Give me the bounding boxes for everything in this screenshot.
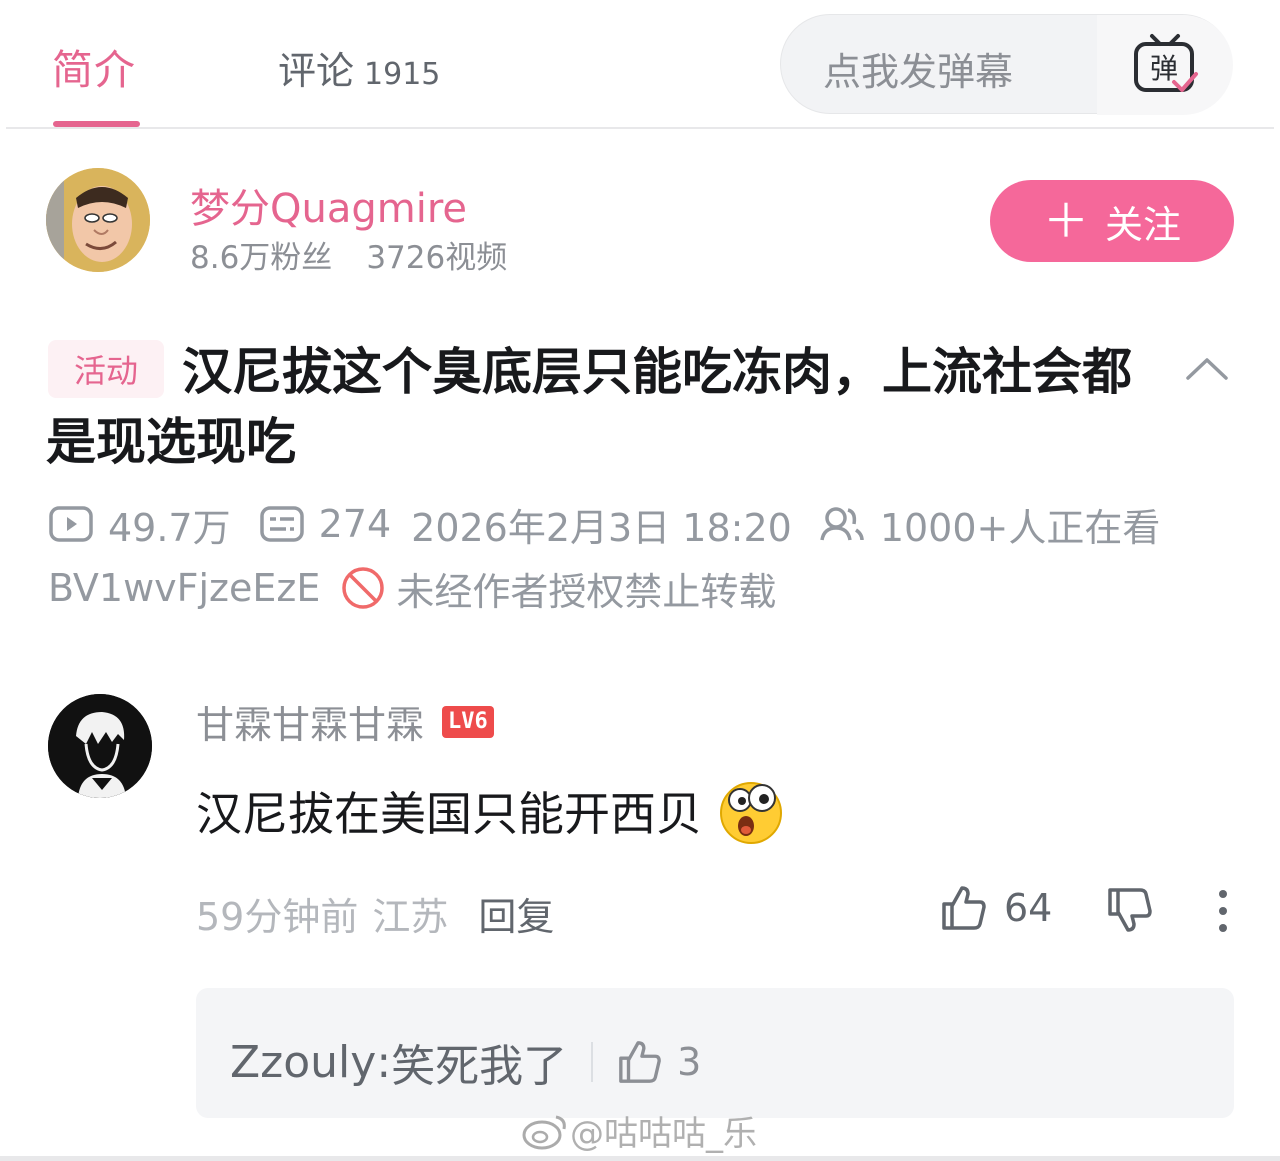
- follow-button[interactable]: ＋ 关注: [990, 180, 1234, 262]
- tab-bar: 简介 评论 1915 点我发弹幕 弹: [0, 0, 1280, 130]
- thumbs-down-icon[interactable]: [1106, 886, 1154, 938]
- play-count-icon: [49, 506, 93, 542]
- comment-time: 59分钟前: [196, 895, 359, 939]
- comment-text: 汉尼拔在美国只能开西贝: [196, 787, 702, 841]
- tab-bar-divider: [6, 127, 1274, 129]
- reply-button[interactable]: 回复: [478, 886, 554, 941]
- comment-footer: 59分钟前 江苏 回复: [196, 886, 554, 941]
- reply-preview[interactable]: Zzouly: 笑死我了 3: [196, 988, 1234, 1118]
- danmaku-stat: 274: [259, 502, 392, 546]
- tab-comments[interactable]: 评论 1915: [278, 40, 440, 95]
- like-count: 64: [1004, 886, 1053, 930]
- uploader-name[interactable]: 梦分Quagmire: [190, 176, 467, 234]
- views-count: 49.7万: [108, 505, 231, 550]
- danmaku-input[interactable]: 点我发弹幕 弹: [780, 14, 1233, 115]
- reply-like-count: 3: [677, 1040, 702, 1084]
- level-badge: LV6: [442, 705, 494, 738]
- thumbs-up-icon: [619, 1041, 661, 1083]
- thumbs-up-icon: [942, 886, 986, 930]
- uploader-stats: 8.6万粉丝 3726视频: [190, 232, 507, 277]
- comment-content: 汉尼拔在美国只能开西贝: [196, 776, 786, 846]
- danmaku-toggle-icon[interactable]: 弹: [1097, 15, 1233, 115]
- shocked-emoji-icon: [720, 782, 782, 844]
- comment-location: 江苏: [372, 895, 449, 939]
- danmaku-placeholder: 点我发弹幕: [823, 50, 1014, 94]
- reply-divider: [591, 1042, 594, 1082]
- watching-count: 1000+人正在看: [879, 505, 1161, 550]
- reply-item: Zzouly: 笑死我了 3: [230, 1030, 701, 1094]
- reply-text: 笑死我了: [391, 1041, 568, 1092]
- commenter-name[interactable]: 甘霖甘霖甘霖: [196, 694, 424, 749]
- watermark-text: @咕咕咕_乐: [570, 1114, 757, 1154]
- watermark: @咕咕咕_乐: [520, 1106, 757, 1155]
- people-watching-icon: [820, 507, 864, 541]
- views-stat: 49.7万: [48, 497, 231, 552]
- bottom-divider: [0, 1156, 1280, 1161]
- chevron-up-icon[interactable]: [1184, 348, 1230, 388]
- like-button[interactable]: 64: [940, 884, 1052, 932]
- uploader-avatar[interactable]: [46, 168, 150, 272]
- commenter-avatar[interactable]: [48, 694, 152, 798]
- no-repost-icon: [342, 567, 385, 609]
- video-title: 汉尼拔这个臭底层只能吃冻肉，上流社会都是现选现吃: [46, 343, 1132, 471]
- reply-colon: :: [376, 1036, 392, 1088]
- tab-comments-count: 1915: [364, 57, 441, 92]
- danmaku-count: 274: [318, 502, 392, 546]
- video-meta: 49.7万 274 2026年2月3日 18:20 1000+人正在看: [48, 498, 1160, 550]
- copyright-notice: 未经作者授权禁止转载: [396, 569, 777, 614]
- danmaku-count-icon: [259, 506, 304, 542]
- bvid[interactable]: BV1wvFjzeEzE: [48, 566, 320, 610]
- more-options-icon[interactable]: [1208, 888, 1238, 938]
- weibo-logo-icon: [522, 1115, 566, 1149]
- follow-label: 关注: [1104, 202, 1181, 247]
- plus-icon: ＋: [1042, 194, 1089, 248]
- publish-date: 2026年2月3日 18:20: [411, 505, 792, 550]
- commenter: 甘霖甘霖甘霖 LV6: [196, 694, 494, 749]
- reply-user[interactable]: Zzouly: [230, 1037, 376, 1088]
- tab-intro[interactable]: 简介: [52, 36, 136, 96]
- video-meta-secondary: BV1wvFjzeEzE 未经作者授权禁止转载: [48, 560, 776, 616]
- uploader-fans: 8.6万粉丝: [190, 240, 333, 276]
- uploader-videos: 3726视频: [366, 240, 508, 276]
- watching-stat: 1000+人正在看: [818, 497, 1161, 552]
- tab-comments-label: 评论: [278, 49, 355, 93]
